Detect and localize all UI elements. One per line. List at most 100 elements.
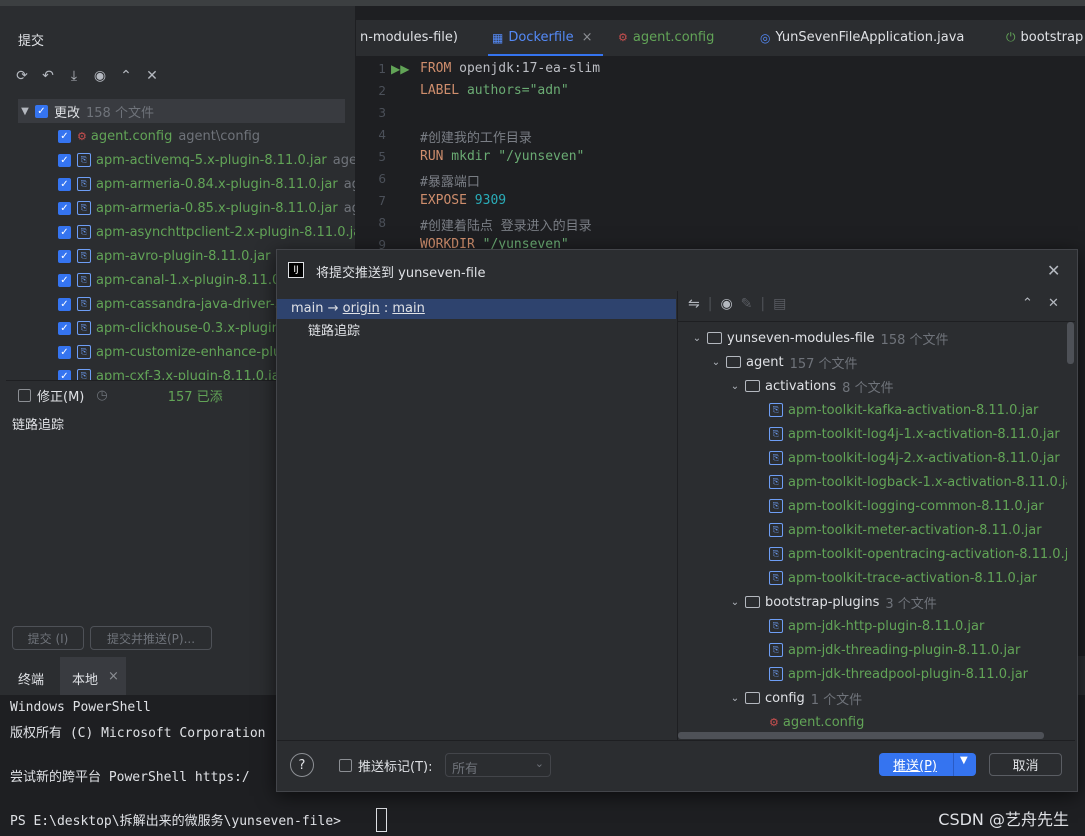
changed-file-row[interactable]: ✓ ⎘ apm-armeria-0.84.x-plugin-8.11.0.jar ag… (58, 172, 355, 196)
file-checkbox[interactable]: ✓ (58, 369, 71, 380)
commit-button[interactable]: 提交 (I) (12, 626, 84, 650)
tab-agent-config[interactable]: ⚙ agent.config (618, 30, 714, 45)
changed-file-row[interactable]: ✓ ⎘ apm-asynchttpclient-2.x-plugin-8.11.0.… (58, 220, 355, 244)
changed-file-row[interactable]: ✓ ⎘ apm-clickhouse-0.3.x-plugin (58, 316, 286, 340)
file-name: apm-jdk-http-plugin-8.11.0.jar (788, 618, 985, 634)
tree-folder-row[interactable]: ⌄ yunseven-modules-file 158 个文件 (690, 327, 949, 349)
file-checkbox[interactable]: ✓ (58, 297, 71, 311)
tab-dockerfile[interactable]: ▦ Dockerfile × (492, 30, 593, 45)
file-checkbox[interactable]: ✓ (58, 321, 71, 335)
cancel-button[interactable]: 取消 (989, 753, 1062, 776)
tree-file-row[interactable]: ⎘ apm-toolkit-logging-common-8.11.0.jar (769, 495, 1044, 517)
chevron-down-icon[interactable]: ⌄ (728, 381, 742, 392)
file-name: apm-jdk-threadpool-plugin-8.11.0.jar (788, 666, 1029, 682)
tree-folder-row[interactable]: ⌄ agent 157 个文件 (709, 351, 858, 373)
push-button[interactable]: 推送(P) ▼ (879, 753, 976, 776)
chevron-down-icon[interactable]: ⌄ (728, 693, 742, 704)
changed-file-row[interactable]: ✓ ⎘ apm-cxf-3.x-plugin-8.11.0.jar (58, 364, 291, 380)
file-checkbox[interactable]: ✓ (58, 129, 71, 143)
changed-file-row[interactable]: ✓ ⚙ agent.config agent\config (58, 124, 260, 148)
active-tab-indicator (488, 54, 603, 56)
line-number: 6 (378, 172, 386, 186)
file-checkbox[interactable]: ✓ (58, 345, 71, 359)
tree-file-row[interactable]: ⎘ apm-toolkit-log4j-2.x-activation-8.11.0… (769, 447, 1060, 469)
tree-file-row[interactable]: ⚙ agent.config (769, 711, 864, 732)
chevron-down-icon[interactable]: ⌄ (728, 597, 742, 608)
jar-icon: ⎘ (77, 345, 91, 359)
collapse-all-icon[interactable]: ✕ (1048, 296, 1059, 311)
tree-file-row[interactable]: ⎘ apm-toolkit-log4j-1.x-activation-8.11.0… (769, 423, 1060, 445)
editor-tab-bar: n-modules-file) ▦ Dockerfile × ⚙ agent.c… (356, 20, 1085, 57)
tree-folder-row[interactable]: ⌄ config 1 个文件 (728, 687, 862, 709)
group-by-icon[interactable]: ▤ (773, 296, 786, 312)
tab-application-java[interactable]: ◎ YunSevenFileApplication.java (760, 30, 964, 45)
jar-icon: ⎘ (769, 571, 783, 585)
tree-file-row[interactable]: ⎘ apm-toolkit-trace-activation-8.11.0.jar (769, 567, 1037, 589)
changed-file-row[interactable]: ✓ ⎘ apm-customize-enhance-plu (58, 340, 287, 364)
commit-and-push-button[interactable]: 提交并推送(P)... (90, 626, 212, 650)
file-checkbox[interactable]: ✓ (58, 249, 71, 263)
clock-icon[interactable]: ◷ (96, 388, 107, 403)
changed-file-row[interactable]: ✓ ⎘ apm-canal-1.x-plugin-8.11.0.jar (58, 268, 307, 292)
push-tags-checkbox[interactable] (339, 758, 352, 772)
tags-select-value: 所有 (452, 762, 479, 777)
file-checkbox[interactable]: ✓ (58, 201, 71, 215)
remote-branch-link[interactable]: main (392, 301, 424, 316)
commit-entry[interactable]: 链路追踪 (308, 320, 360, 339)
files-toolbar: ⇋ | ◉ ✎ | ▤ (688, 296, 787, 312)
changed-file-row[interactable]: ✓⎘apm-avro-plugin-8.11.0.jarag (58, 244, 293, 268)
close-icon[interactable]: ✕ (1047, 261, 1060, 280)
tree-file-row[interactable]: ⎘ apm-jdk-http-plugin-8.11.0.jar (769, 615, 984, 637)
expand-all-icon[interactable]: ⌃ (1022, 296, 1033, 311)
file-name: apm-avro-plugin-8.11.0.jar (96, 248, 271, 264)
push-target-row[interactable]: main → origin : main (277, 299, 676, 319)
changed-file-row[interactable]: ✓ ⎘ apm-armeria-0.85.x-plugin-8.11.0.jar ag… (58, 196, 355, 220)
push-tags-row[interactable]: 推送标记(T): (339, 753, 432, 777)
eye-icon[interactable]: ◉ (720, 296, 732, 312)
chevron-down-icon[interactable]: ⌄ (709, 357, 723, 368)
tree-file-row[interactable]: ⎘ apm-toolkit-opentracing-activation-8.11… (769, 543, 1067, 565)
diff-arrows-icon[interactable]: ⇋ (688, 296, 700, 312)
help-button[interactable]: ? (290, 753, 314, 777)
file-checkbox[interactable]: ✓ (58, 177, 71, 191)
file-name: apm-canal-1.x-plugin-8.11.0.jar (96, 272, 302, 288)
config-icon: ⚙ (769, 715, 779, 729)
folder-icon (707, 332, 722, 344)
tab-local[interactable]: 本地 × (60, 657, 126, 695)
close-icon[interactable]: × (582, 30, 593, 45)
file-path: agent\config (178, 128, 261, 144)
tree-horizontal-scrollbar[interactable] (678, 732, 1044, 739)
edit-icon[interactable]: ✎ (741, 296, 753, 312)
tree-folder-row[interactable]: ⌄ bootstrap-plugins 3 个文件 (728, 591, 937, 613)
tree-file-row[interactable]: ⎘ apm-jdk-threading-plugin-8.11.0.jar (769, 639, 1020, 661)
tab-bootstrap[interactable]: ⏻ bootstrap (1006, 30, 1083, 45)
code-line: #暴露端口 (420, 175, 480, 190)
file-name: apm-jdk-threading-plugin-8.11.0.jar (788, 642, 1021, 658)
remote-link[interactable]: origin (343, 301, 380, 316)
terminal-line: PS E:\desktop\拆解出来的微服务\yunseven-file> (10, 814, 349, 829)
tree-file-row[interactable]: ⎘ apm-jdk-threadpool-plugin-8.11.0.jar (769, 663, 1028, 685)
tree-file-row[interactable]: ⎘ apm-toolkit-logback-1.x-activation-8.11… (769, 471, 1067, 493)
terminal-cursor (376, 808, 387, 832)
tree-file-row[interactable]: ⎘ apm-toolkit-kafka-activation-8.11.0.jar (769, 399, 1038, 421)
tree-vertical-scrollbar[interactable] (1067, 322, 1074, 364)
config-icon: ⚙ (618, 31, 628, 44)
tags-select[interactable]: 所有 ⌄ (445, 753, 551, 777)
file-checkbox[interactable]: ✓ (58, 153, 71, 167)
jar-icon: ⎘ (769, 451, 783, 465)
run-icon[interactable]: ▶▶ (391, 62, 409, 76)
watermark: CSDN @艺舟先生 (938, 810, 1069, 829)
file-checkbox[interactable]: ✓ (58, 273, 71, 287)
close-icon[interactable]: × (108, 669, 119, 684)
tree-folder-row[interactable]: ⌄ activations 8 个文件 (728, 375, 894, 397)
tree-file-row[interactable]: ⎘ apm-toolkit-meter-activation-8.11.0.jar (769, 519, 1042, 541)
dropdown-arrow-icon[interactable]: ▼ (960, 755, 968, 766)
amend-checkbox[interactable] (18, 388, 31, 402)
changed-file-row[interactable]: ✓ ⎘ apm-cassandra-java-driver-3 (58, 292, 289, 316)
amend-checkbox-row[interactable]: 修正(M) ◷ 157 已添 (18, 383, 223, 407)
jar-icon: ⎘ (769, 547, 783, 561)
file-checkbox[interactable]: ✓ (58, 225, 71, 239)
chevron-down-icon[interactable]: ⌄ (690, 333, 704, 344)
tab-modules-file[interactable]: n-modules-file) (360, 30, 458, 45)
changed-file-row[interactable]: ✓ ⎘ apm-activemq-5.x-plugin-8.11.0.jar agen… (58, 148, 355, 172)
